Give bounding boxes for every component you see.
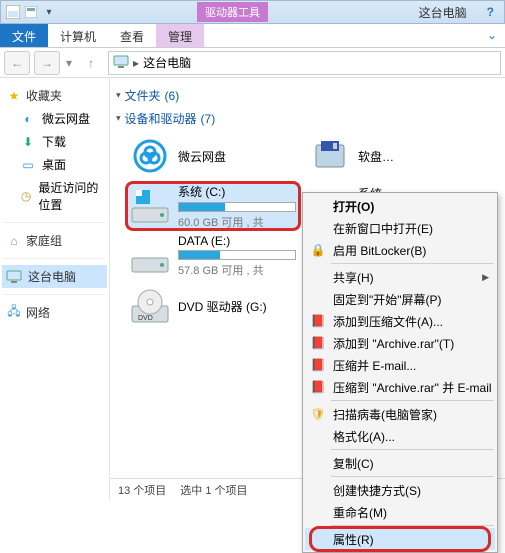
section-drives[interactable]: 设备和驱动器 (7): [114, 107, 501, 130]
usage-bar: .drive-item.selected .bar::after{width:4…: [178, 202, 296, 212]
floppy-icon: [310, 136, 350, 176]
menu-separator: [331, 476, 494, 477]
sidebar-this-pc[interactable]: 这台电脑: [2, 265, 107, 288]
nav-forward-button[interactable]: →: [34, 51, 60, 75]
navigation-pane: ★ 收藏夹 ◐ 微云网盘 ⬇ 下载 ▭ 桌面 ◷ 最近访问的位置 ⌂ 家庭组: [0, 78, 110, 500]
menu-compress-rar-email[interactable]: 📕 压缩到 "Archive.rar" 并 E-mail: [305, 376, 495, 398]
qat-properties-icon[interactable]: [23, 4, 39, 20]
nav-back-button[interactable]: ←: [4, 51, 30, 75]
homegroup-icon: ⌂: [6, 233, 22, 249]
sidebar-network[interactable]: 🖧 网络: [2, 301, 107, 324]
menu-separator: [331, 525, 494, 526]
menu-create-shortcut[interactable]: 创建快捷方式(S): [305, 479, 495, 501]
menu-bitlocker[interactable]: 🔒 启用 BitLocker(B): [305, 239, 495, 261]
submenu-arrow-icon: ▶: [482, 272, 489, 283]
rar-icon: 📕: [309, 378, 327, 396]
qat-dropdown-icon[interactable]: ▾: [41, 4, 57, 20]
app-icon: [5, 4, 21, 20]
menu-properties[interactable]: 属性(R): [305, 528, 495, 550]
menu-separator: [331, 263, 494, 264]
drive-floppy-a[interactable]: 软盘驱动器 (A:): [308, 134, 398, 178]
menu-compress-email[interactable]: 📕 压缩并 E-mail...: [305, 354, 495, 376]
help-button[interactable]: ?: [487, 5, 494, 19]
drive-dvd-g[interactable]: DVD DVD 驱动器 (G:): [128, 284, 298, 328]
menu-separator: [331, 449, 494, 450]
window-titlebar: ▾ 驱动器工具 这台电脑 ?: [0, 0, 505, 24]
desktop-icon: ▭: [20, 157, 36, 173]
pc-icon: [113, 55, 129, 71]
breadcrumb-location[interactable]: 这台电脑: [143, 54, 191, 71]
tab-manage[interactable]: 管理: [156, 24, 204, 47]
nav-up-button[interactable]: ↑: [78, 51, 104, 75]
tab-computer[interactable]: 计算机: [48, 24, 108, 47]
sidebar-homegroup[interactable]: ⌂ 家庭组: [2, 229, 107, 252]
menu-pin-start[interactable]: 固定到"开始"屏幕(P): [305, 288, 495, 310]
tab-view[interactable]: 查看: [108, 24, 156, 47]
recent-icon: ◷: [20, 188, 32, 204]
rar-icon: 📕: [309, 312, 327, 330]
ribbon-tabs: 文件 计算机 查看 管理 ⌄: [0, 24, 505, 48]
cloud-icon: ◐: [20, 111, 36, 127]
address-bar: ← → ▾ ↑ ▸ 这台电脑: [0, 48, 505, 78]
sidebar-item-weiyun[interactable]: ◐ 微云网盘: [2, 107, 107, 130]
address-box[interactable]: ▸ 这台电脑: [108, 51, 501, 75]
window-title: 这台电脑: [419, 4, 467, 21]
rar-icon: 📕: [309, 356, 327, 374]
ribbon-contextual-label: 驱动器工具: [197, 2, 268, 22]
menu-share[interactable]: 共享(H) ▶: [305, 266, 495, 288]
tab-file[interactable]: 文件: [0, 24, 48, 47]
star-icon: ★: [6, 88, 22, 104]
hdd-icon: [130, 186, 170, 226]
menu-scan-virus[interactable]: 🛡 扫描病毒(电脑管家): [305, 403, 495, 425]
sidebar-item-desktop[interactable]: ▭ 桌面: [2, 153, 107, 176]
lock-icon: 🔒: [309, 241, 327, 259]
pc-icon: [6, 269, 22, 285]
drive-system-c[interactable]: 系统 (C:) .drive-item.selected .bar::after…: [128, 184, 298, 228]
menu-open[interactable]: 打开(O): [305, 195, 495, 217]
menu-add-archive[interactable]: 📕 添加到压缩文件(A)...: [305, 310, 495, 332]
breadcrumb-chevron-icon[interactable]: ▸: [133, 56, 139, 70]
sidebar-item-downloads[interactable]: ⬇ 下载: [2, 130, 107, 153]
menu-add-archive-rar[interactable]: 📕 添加到 "Archive.rar"(T): [305, 332, 495, 354]
context-menu: 打开(O) 在新窗口中打开(E) 🔒 启用 BitLocker(B) 共享(H)…: [302, 192, 498, 553]
menu-format[interactable]: 格式化(A)...: [305, 425, 495, 447]
menu-separator: [331, 400, 494, 401]
status-selection: 选中 1 个项目: [180, 482, 247, 498]
download-icon: ⬇: [20, 134, 36, 150]
dvd-icon: DVD: [130, 286, 170, 326]
cloud-icon: [130, 136, 170, 176]
drive-weiyun[interactable]: 微云网盘: [128, 134, 298, 178]
hdd-icon: [130, 236, 170, 276]
quick-access-toolbar: ▾: [5, 4, 57, 20]
ribbon-expand-icon[interactable]: ⌄: [479, 24, 505, 47]
status-item-count: 13 个项目: [118, 482, 166, 498]
network-icon: 🖧: [6, 305, 22, 321]
shield-icon: 🛡: [309, 405, 327, 423]
sidebar-favorites[interactable]: ★ 收藏夹: [2, 84, 107, 107]
rar-icon: 📕: [309, 334, 327, 352]
drive-data-e[interactable]: DATA (E:) .drive-item:nth-child(5) .bar:…: [128, 234, 298, 278]
menu-open-new-window[interactable]: 在新窗口中打开(E): [305, 217, 495, 239]
section-folders[interactable]: 文件夹 (6): [114, 84, 501, 107]
sidebar-item-recent[interactable]: ◷ 最近访问的位置: [2, 176, 107, 216]
nav-recent-dropdown[interactable]: ▾: [64, 56, 74, 70]
menu-rename[interactable]: 重命名(M): [305, 501, 495, 523]
svg-text:DVD: DVD: [138, 315, 153, 322]
usage-bar: .drive-item:nth-child(5) .bar::after{wid…: [178, 250, 296, 260]
menu-copy[interactable]: 复制(C): [305, 452, 495, 474]
